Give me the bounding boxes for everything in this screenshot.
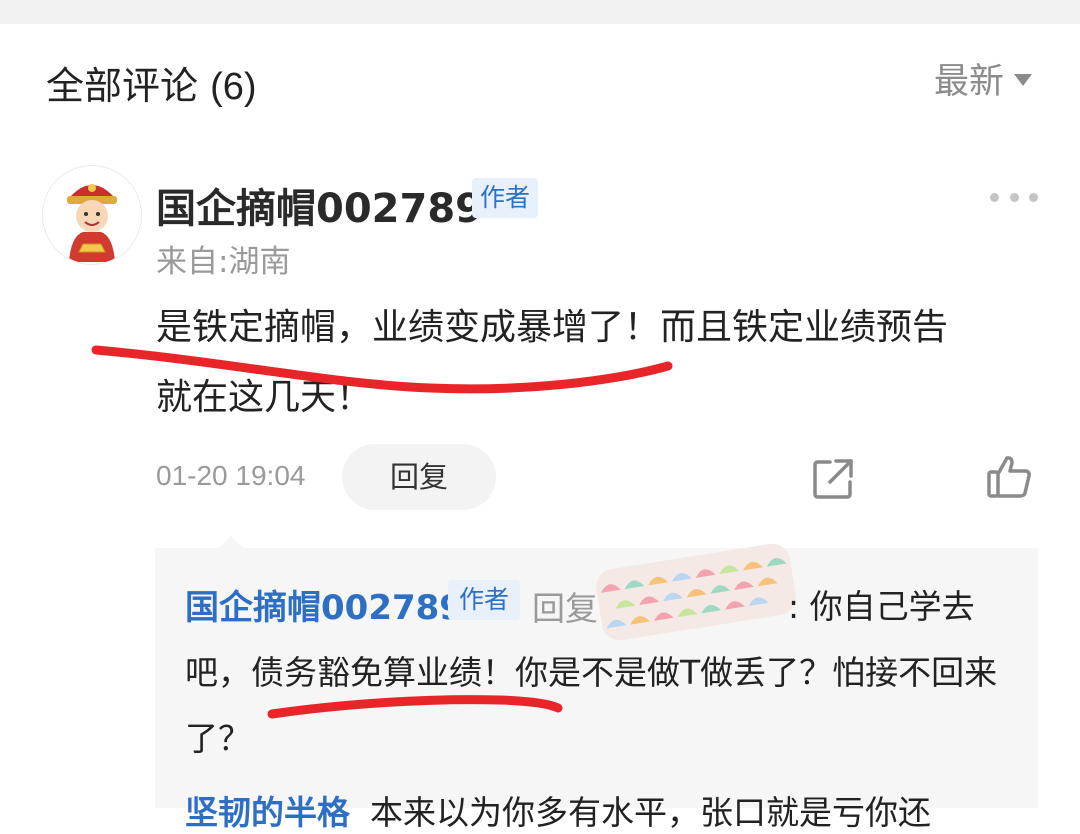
comment-timestamp: 01-20 19:04 xyxy=(156,460,306,491)
more-options-icon[interactable] xyxy=(990,188,1038,206)
comment-username[interactable]: 国企摘帽002789 xyxy=(156,176,483,234)
reply-verb: 回复 xyxy=(532,589,598,628)
god-of-wealth-avatar-icon xyxy=(43,166,141,264)
reply-text-line: 了？ xyxy=(185,719,251,758)
comment-body: 是铁定摘帽，业绩变成暴增了！而且铁定业绩预告 就在这几天！ xyxy=(156,293,1046,433)
comments-header-title: 全部评论 xyxy=(46,64,199,108)
caret-down-icon xyxy=(1014,73,1033,86)
reply-button[interactable]: 回复 xyxy=(342,444,496,510)
reply-text-line: 本来以为你多有水平，张口就是亏你还 xyxy=(370,793,931,832)
thumbs-up-icon[interactable] xyxy=(985,452,1033,500)
sort-dropdown[interactable]: 最新 xyxy=(934,53,1033,104)
reply-text-line: 吧，债务豁免算业绩！你是不是做T做丢了？怕接不回来 xyxy=(185,653,998,692)
reply-username[interactable]: 坚韧的半格 xyxy=(185,786,350,834)
reply-text-line: : 你自己学去 xyxy=(788,587,975,626)
comments-header: 全部评论 (6) xyxy=(46,55,257,110)
comments-count: (6) xyxy=(210,66,257,108)
avatar[interactable] xyxy=(42,165,142,265)
comment-location: 来自:湖南 xyxy=(156,244,291,280)
top-separator-band xyxy=(0,0,1080,24)
reply-username[interactable]: 国企摘帽002789 xyxy=(185,580,463,629)
author-badge: 作者 xyxy=(472,178,538,218)
share-icon[interactable] xyxy=(810,456,856,502)
comment-body-line: 就在这几天！ xyxy=(156,377,373,418)
sort-label: 最新 xyxy=(934,62,1005,102)
comment-body-line: 是铁定摘帽，业绩变成暴增了！而且铁定业绩预告 xyxy=(156,307,949,348)
author-badge: 作者 xyxy=(448,580,520,620)
